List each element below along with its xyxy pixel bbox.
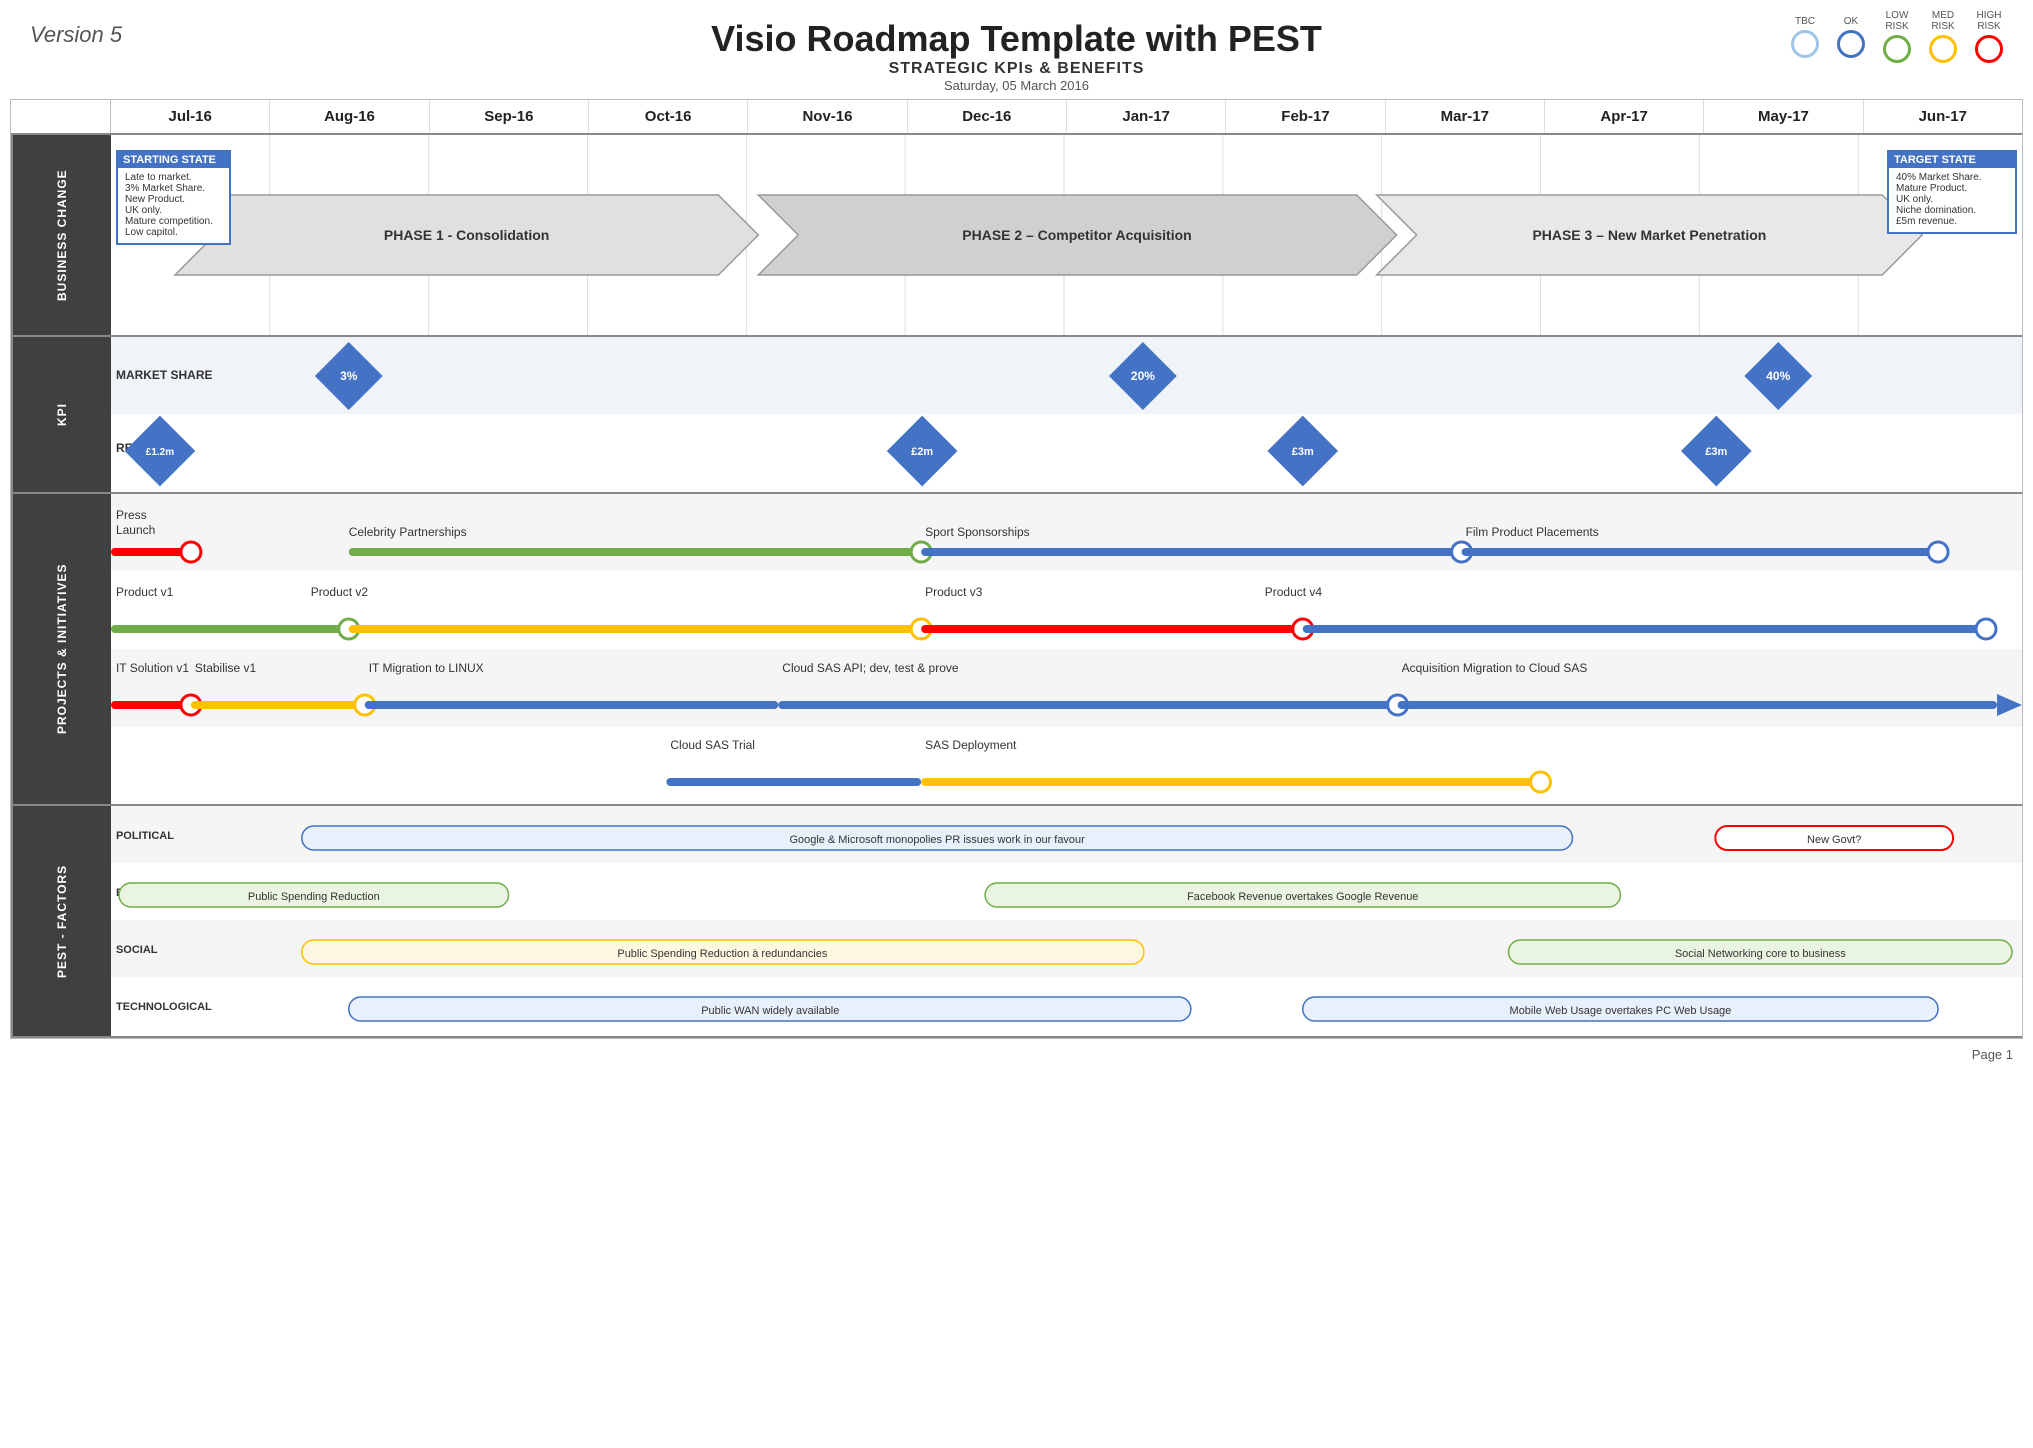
- starting-state-box: STARTING STATE Late to market. 3% Market…: [116, 150, 231, 245]
- month-may17: May-17: [1704, 100, 1863, 133]
- svg-text:£2m: £2m: [911, 446, 933, 458]
- svg-text:IT Solution v1: IT Solution v1: [116, 661, 189, 675]
- month-nov16: Nov-16: [748, 100, 907, 133]
- legend-ok: OK: [1837, 16, 1865, 58]
- month-aug16: Aug-16: [270, 100, 429, 133]
- projects-section: PROJECTS & INITIATIVES: [11, 494, 2022, 806]
- svg-text:40%: 40%: [1766, 369, 1790, 383]
- footer: Page 1: [0, 1039, 2033, 1070]
- pest-content: POLITICAL Google & Microsoft monopolies …: [111, 806, 2022, 1036]
- starting-state-title: STARTING STATE: [118, 152, 229, 168]
- month-jun17: Jun-17: [1864, 100, 2022, 133]
- svg-text:Celebrity Partnerships: Celebrity Partnerships: [349, 525, 467, 539]
- kpi-content: MARKET SHARE REVENUE 3% 20% 40% £1.2: [111, 337, 2022, 492]
- svg-text:New Govt?: New Govt?: [1807, 834, 1861, 846]
- phases-svg: PHASE 1 - Consolidation PHASE 2 – Compet…: [111, 135, 2022, 335]
- kpi-section: KPI: [11, 337, 2022, 494]
- kpi-label: KPI: [11, 337, 111, 492]
- legend-med-risk: MEDRISK: [1929, 10, 1957, 63]
- pest-label: PEST - FACTORS: [11, 806, 111, 1036]
- svg-text:Social Networking core to busi: Social Networking core to business: [1675, 948, 1846, 960]
- timeline-months: Jul-16 Aug-16 Sep-16 Oct-16 Nov-16 Dec-1…: [111, 100, 2022, 133]
- svg-text:Product v2: Product v2: [311, 585, 369, 599]
- svg-text:Film Product Placements: Film Product Placements: [1466, 525, 1599, 539]
- svg-text:Cloud SAS API; dev, test & pro: Cloud SAS API; dev, test & prove: [782, 661, 959, 675]
- business-change-section: BUSINESS CHANGE STARTING STATE Late to m…: [11, 135, 2022, 337]
- svg-text:£1.2m: £1.2m: [146, 447, 174, 458]
- projects-label: PROJECTS & INITIATIVES: [11, 494, 111, 804]
- svg-text:Public Spending Reduction: Public Spending Reduction: [248, 891, 380, 903]
- svg-text:POLITICAL: POLITICAL: [116, 830, 174, 842]
- legend-low-risk: LOWRISK: [1883, 10, 1911, 63]
- pest-section: PEST - FACTORS: [11, 806, 2022, 1038]
- svg-text:IT Migration to LINUX: IT Migration to LINUX: [369, 661, 484, 675]
- svg-text:SOCIAL: SOCIAL: [116, 944, 158, 956]
- page-wrapper: Version 5 Visio Roadmap Template with PE…: [0, 0, 2033, 1070]
- header: Version 5 Visio Roadmap Template with PE…: [0, 0, 2033, 99]
- svg-text:Product v4: Product v4: [1265, 585, 1323, 599]
- pest-svg: POLITICAL Google & Microsoft monopolies …: [111, 806, 2022, 1036]
- svg-text:PHASE 2 – Competitor Acquisiti: PHASE 2 – Competitor Acquisition: [962, 227, 1191, 243]
- legend: TBC OK LOWRISK MEDRISK HIGHRISK: [1791, 10, 2003, 63]
- svg-text:Public WAN widely available: Public WAN widely available: [701, 1005, 839, 1017]
- kpi-svg: MARKET SHARE REVENUE 3% 20% 40% £1.2: [111, 337, 2022, 492]
- svg-text:Acquisition Migration to Cloud: Acquisition Migration to Cloud SAS: [1402, 661, 1588, 675]
- svg-text:Press: Press: [116, 508, 147, 522]
- svg-text:TECHNOLOGICAL: TECHNOLOGICAL: [116, 1001, 212, 1013]
- projects-svg: Press Launch Celebrity Partnerships Spor…: [111, 494, 2022, 804]
- main-title: Visio Roadmap Template with PEST: [0, 18, 2033, 60]
- svg-text:Mobile Web Usage overtakes PC: Mobile Web Usage overtakes PC Web Usage: [1510, 1005, 1732, 1017]
- svg-text:3%: 3%: [340, 369, 358, 383]
- target-state-box: TARGET STATE 40% Market Share. Mature Pr…: [1887, 150, 2017, 234]
- svg-text:Public Spending Reduction à re: Public Spending Reduction à redundancies: [617, 948, 827, 960]
- date-label: Saturday, 05 March 2016: [0, 78, 2033, 93]
- month-feb17: Feb-17: [1226, 100, 1385, 133]
- svg-text:Google & Microsoft monopolies: Google & Microsoft monopolies PR issues …: [789, 834, 1085, 846]
- month-oct16: Oct-16: [589, 100, 748, 133]
- svg-text:Product v1: Product v1: [116, 585, 174, 599]
- main-container: Jul-16 Aug-16 Sep-16 Oct-16 Nov-16 Dec-1…: [10, 99, 2023, 1039]
- svg-text:MARKET SHARE: MARKET SHARE: [116, 368, 212, 382]
- svg-text:PHASE 1 - Consolidation: PHASE 1 - Consolidation: [384, 227, 549, 243]
- month-mar17: Mar-17: [1386, 100, 1545, 133]
- projects-content: Press Launch Celebrity Partnerships Spor…: [111, 494, 2022, 804]
- label-spacer: [11, 100, 111, 133]
- svg-text:Facebook Revenue overtakes Goo: Facebook Revenue overtakes Google Revenu…: [1187, 891, 1418, 903]
- svg-text:20%: 20%: [1131, 369, 1155, 383]
- month-dec16: Dec-16: [908, 100, 1067, 133]
- svg-text:PHASE 3 – New Market Penetrati: PHASE 3 – New Market Penetration: [1532, 227, 1766, 243]
- svg-text:£3m: £3m: [1705, 446, 1727, 458]
- business-change-label: BUSINESS CHANGE: [11, 135, 111, 335]
- svg-text:Product v3: Product v3: [925, 585, 983, 599]
- month-jul16: Jul-16: [111, 100, 270, 133]
- month-apr17: Apr-17: [1545, 100, 1704, 133]
- subtitle: STRATEGIC KPIs & BENEFITS: [0, 60, 2033, 78]
- svg-text:Cloud SAS Trial: Cloud SAS Trial: [670, 738, 755, 752]
- page-number: Page 1: [1972, 1047, 2013, 1062]
- svg-text:Launch: Launch: [116, 523, 155, 537]
- legend-high-risk: HIGHRISK: [1975, 10, 2003, 63]
- timeline-header: Jul-16 Aug-16 Sep-16 Oct-16 Nov-16 Dec-1…: [11, 100, 2022, 135]
- svg-text:SAS Deployment: SAS Deployment: [925, 738, 1017, 752]
- business-change-content: STARTING STATE Late to market. 3% Market…: [111, 135, 2022, 335]
- month-jan17: Jan-17: [1067, 100, 1226, 133]
- svg-text:£3m: £3m: [1292, 446, 1314, 458]
- target-state-title: TARGET STATE: [1889, 152, 2015, 168]
- month-sep16: Sep-16: [430, 100, 589, 133]
- version-label: Version 5: [30, 22, 122, 48]
- legend-tbc: TBC: [1791, 16, 1819, 58]
- svg-text:Sport Sponsorships: Sport Sponsorships: [925, 525, 1030, 539]
- svg-text:Stabilise v1: Stabilise v1: [195, 661, 257, 675]
